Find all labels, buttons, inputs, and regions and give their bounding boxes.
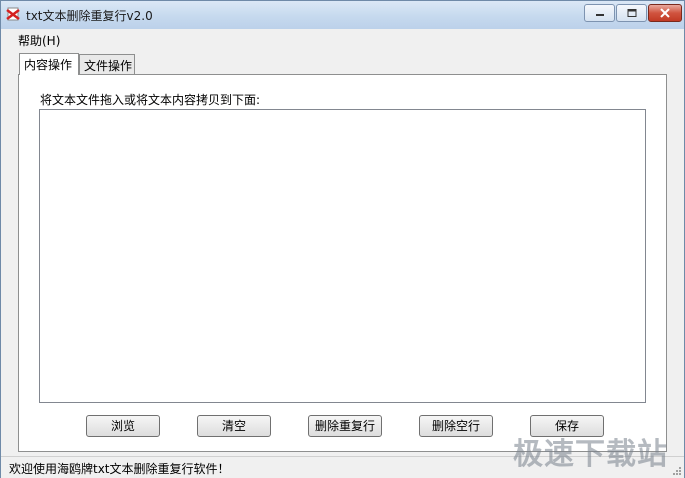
maximize-button[interactable] [616, 4, 647, 22]
minimize-button[interactable] [584, 4, 615, 22]
minimize-icon [595, 14, 604, 16]
delete-blank-lines-button[interactable]: 删除空行 [419, 415, 493, 437]
app-logo-icon [6, 6, 20, 22]
tab-panel: 将文本文件拖入或将文本内容拷贝到下面: 浏览 清空 删除重复行 删除空行 保存 [18, 74, 667, 452]
delete-duplicates-button[interactable]: 删除重复行 [308, 415, 382, 437]
text-content-area[interactable] [39, 109, 646, 403]
close-icon [660, 8, 670, 18]
tab-content-operations[interactable]: 内容操作 [19, 53, 79, 75]
app-window: txt文本删除重复行v2.0 帮助(H) 内容操作 文件操作 将文本文件拖入或将… [0, 0, 685, 478]
title-bar[interactable]: txt文本删除重复行v2.0 [1, 1, 684, 30]
menu-bar: 帮助(H) [1, 29, 684, 49]
tab-file-operations[interactable]: 文件操作 [79, 54, 135, 74]
status-message: 欢迎使用海鸥牌txt文本删除重复行软件！ [9, 462, 230, 476]
browse-button[interactable]: 浏览 [86, 415, 160, 437]
close-button[interactable] [648, 4, 682, 22]
watermark-text: 极速下载站 [513, 437, 668, 472]
menu-help[interactable]: 帮助(H) [18, 32, 60, 49]
resize-grip-icon[interactable] [671, 465, 681, 475]
window-title: txt文本删除重复行v2.0 [26, 9, 153, 23]
maximize-icon [627, 9, 636, 17]
instruction-label: 将文本文件拖入或将文本内容拷贝到下面: [40, 93, 261, 107]
clear-button[interactable]: 清空 [197, 415, 271, 437]
